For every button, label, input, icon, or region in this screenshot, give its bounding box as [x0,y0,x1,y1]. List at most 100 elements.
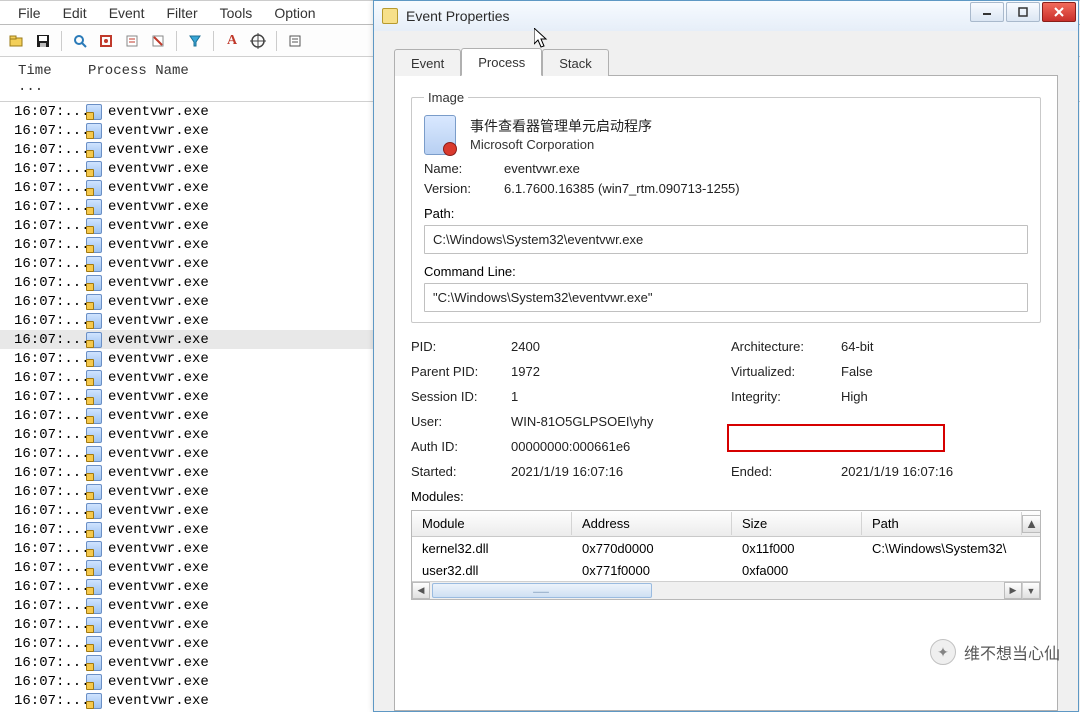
process-icon [86,294,102,310]
process-icon [424,115,456,155]
toolbar-separator [213,31,214,51]
row-time: 16:07:... [14,199,86,215]
row-time: 16:07:... [14,503,86,519]
row-process-name: eventvwr.exe [108,370,209,386]
clear-icon[interactable] [147,30,169,52]
module-row[interactable]: kernel32.dll0x770d00000x11f000C:\Windows… [412,537,1040,559]
event-properties-dialog: Event Properties Event Process Stack Ima… [373,0,1079,712]
row-time: 16:07:... [14,332,86,348]
column-header-time[interactable]: Time ... [4,63,84,95]
row-process-name: eventvwr.exe [108,161,209,177]
row-process-name: eventvwr.exe [108,674,209,690]
scroll-down-button[interactable]: ▼ [1022,582,1040,599]
cmdline-value[interactable]: "C:\Windows\System32\eventvwr.exe" [424,283,1028,312]
col-size[interactable]: Size [732,512,862,535]
scroll-right-button[interactable]: ▶ [1004,582,1022,599]
arch-label: Architecture: [731,339,841,354]
row-process-name: eventvwr.exe [108,313,209,329]
image-legend: Image [424,90,468,105]
row-time: 16:07:... [14,427,86,443]
h-scroll-thumb[interactable]: ⸺ [432,583,652,598]
version-label: Version: [424,181,504,196]
row-process-name: eventvwr.exe [108,104,209,120]
col-address[interactable]: Address [572,512,732,535]
tab-panel-process: Image 事件查看器管理单元启动程序 Microsoft Corporatio… [394,76,1058,711]
row-process-name: eventvwr.exe [108,598,209,614]
module-address: 0x771f0000 [572,561,732,580]
process-properties: PID: 2400 Architecture: 64-bit Parent PI… [411,339,1041,479]
menu-event[interactable]: Event [99,4,155,22]
process-icon [86,484,102,500]
close-button[interactable] [1042,2,1076,22]
pid-label: PID: [411,339,511,354]
row-time: 16:07:... [14,275,86,291]
titlebar[interactable]: Event Properties [374,1,1078,31]
row-time: 16:07:... [14,636,86,652]
image-description: 事件查看器管理单元启动程序 [470,115,652,137]
menu-options[interactable]: Option [264,4,325,22]
row-time: 16:07:... [14,389,86,405]
row-time: 16:07:... [14,294,86,310]
arch-value: 64-bit [841,339,971,354]
search-icon[interactable] [69,30,91,52]
process-icon [86,522,102,538]
image-company: Microsoft Corporation [470,137,652,152]
tab-stack[interactable]: Stack [542,49,609,76]
path-value[interactable]: C:\Windows\System32\eventvwr.exe [424,225,1028,254]
row-time: 16:07:... [14,617,86,633]
modules-label: Modules: [411,489,1041,504]
tab-process[interactable]: Process [461,48,542,76]
row-time: 16:07:... [14,313,86,329]
row-time: 16:07:... [14,560,86,576]
pid-value: 2400 [511,339,731,354]
h-scrollbar[interactable]: ◀ ⸺ ▶ ▼ [412,581,1040,599]
row-time: 16:07:... [14,370,86,386]
ended-label: Ended: [731,464,841,479]
tab-event[interactable]: Event [394,49,461,76]
row-process-name: eventvwr.exe [108,256,209,272]
menu-tools[interactable]: Tools [210,4,263,22]
process-icon [86,199,102,215]
ppid-value: 1972 [511,364,731,379]
menu-file[interactable]: File [8,4,51,22]
row-time: 16:07:... [14,484,86,500]
scroll-left-button[interactable]: ◀ [412,582,430,599]
module-module: kernel32.dll [412,539,572,558]
col-path[interactable]: Path [862,512,1022,535]
menu-filter[interactable]: Filter [157,4,208,22]
started-label: Started: [411,464,511,479]
row-time: 16:07:... [14,237,86,253]
capture-icon[interactable] [95,30,117,52]
h-scroll-track[interactable]: ⸺ [430,582,1004,599]
process-icon [86,313,102,329]
autoscroll-icon[interactable] [121,30,143,52]
module-size: 0xfa000 [732,561,862,580]
row-time: 16:07:... [14,351,86,367]
row-time: 16:07:... [14,408,86,424]
properties-icon[interactable] [284,30,306,52]
started-value: 2021/1/19 16:07:16 [511,464,731,479]
target-icon[interactable] [247,30,269,52]
process-icon [86,598,102,614]
virt-value: False [841,364,971,379]
process-icon [86,142,102,158]
maximize-button[interactable] [1006,2,1040,22]
highlight-icon[interactable]: A [221,30,243,52]
modules-table: Module Address Size Path ▲ kernel32.dll0… [411,510,1041,600]
scroll-up-button[interactable]: ▲ [1022,515,1040,533]
save-icon[interactable] [32,30,54,52]
minimize-button[interactable] [970,2,1004,22]
menu-edit[interactable]: Edit [53,4,97,22]
row-time: 16:07:... [14,598,86,614]
row-time: 16:07:... [14,655,86,671]
col-module[interactable]: Module [412,512,572,535]
process-icon [86,218,102,234]
module-row[interactable]: user32.dll0x771f00000xfa000 [412,559,1040,581]
process-icon [86,275,102,291]
row-time: 16:07:... [14,541,86,557]
open-icon[interactable] [6,30,28,52]
modules-header: Module Address Size Path ▲ [412,511,1040,537]
filter-icon[interactable] [184,30,206,52]
process-icon [86,560,102,576]
row-process-name: eventvwr.exe [108,579,209,595]
